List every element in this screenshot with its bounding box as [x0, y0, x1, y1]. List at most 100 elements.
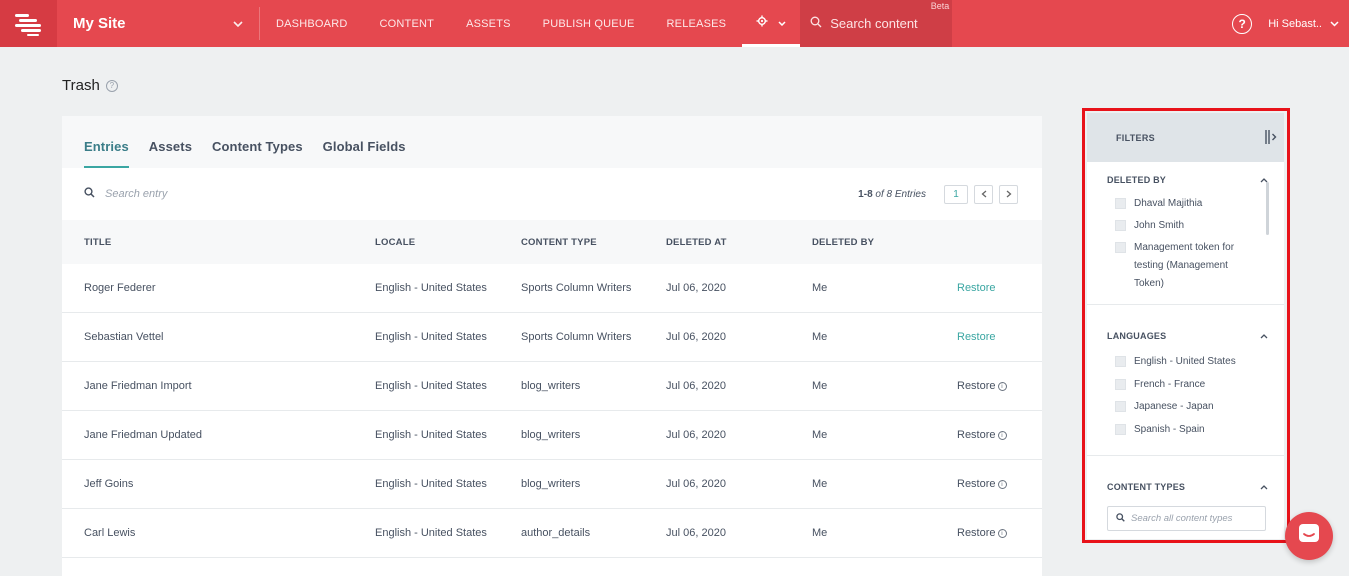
column-content-type[interactable]: CONTENT TYPE [521, 237, 666, 248]
cell-deleted-by: Me [812, 429, 828, 441]
table-row[interactable]: Jane Friedman Import English - United St… [62, 362, 1042, 411]
filter-languages: LANGUAGES English - United States French… [1087, 305, 1284, 455]
cell-deleted-by: Me [812, 282, 828, 294]
info-icon[interactable]: i [997, 479, 1007, 489]
cell-deleted-by: Me [812, 380, 828, 392]
cell-locale: English - United States [375, 331, 487, 343]
page-number[interactable]: 1 [944, 184, 968, 204]
restore-button[interactable]: Restore [957, 527, 996, 539]
cell-content-type: blog_writers [521, 478, 581, 490]
site-name: My Site [73, 15, 126, 32]
table-row[interactable]: Jeff Goins English - United States blog_… [62, 460, 1042, 509]
trash-tabs: Entries Assets Content Types Global Fiel… [62, 116, 1042, 168]
prev-page-button[interactable] [974, 184, 993, 204]
filter-option[interactable]: John Smith [1107, 217, 1268, 235]
checkbox[interactable] [1115, 423, 1126, 435]
tab-global-fields[interactable]: Global Fields [323, 139, 406, 168]
checkbox[interactable] [1115, 378, 1126, 390]
nav-publish-queue[interactable]: PUBLISH QUEUE [527, 0, 651, 47]
cell-locale: English - United States [375, 282, 487, 294]
user-menu[interactable]: Hi Sebast.. [1268, 18, 1339, 30]
content-type-search-placeholder: Search all content types [1131, 513, 1233, 524]
cell-deleted-at: Jul 06, 2020 [666, 527, 726, 539]
filter-option[interactable]: Management token for testing (Management… [1107, 239, 1257, 293]
info-icon[interactable]: i [997, 381, 1007, 391]
filter-section-title[interactable]: DELETED BY [1107, 173, 1268, 187]
nav-dashboard[interactable]: DASHBOARD [260, 0, 363, 47]
filter-section-title[interactable]: CONTENT TYPES [1107, 480, 1268, 494]
filter-option[interactable]: French - France [1107, 376, 1268, 394]
cell-title: Roger Federer [84, 282, 156, 294]
table-row[interactable]: Carl Lewis English - United States autho… [62, 509, 1042, 558]
table-row[interactable]: Roger Federer English - United States Sp… [62, 264, 1042, 313]
beta-badge: Beta [930, 1, 950, 11]
top-navigation-bar: My Site DASHBOARD CONTENT ASSETS PUBLISH… [0, 0, 1349, 47]
cell-content-type: blog_writers [521, 429, 581, 441]
app-logo-icon[interactable] [0, 0, 57, 47]
nav-assets[interactable]: ASSETS [450, 0, 527, 47]
table-row[interactable]: Sebastian Vettel English - United States… [62, 313, 1042, 362]
nav-releases[interactable]: RELEASES [651, 0, 743, 47]
topbar-right: ? Hi Sebast.. [1232, 0, 1349, 47]
help-icon[interactable]: ? [1232, 13, 1253, 34]
page-title-text: Trash [62, 77, 100, 94]
collapse-panel-icon[interactable] [1264, 129, 1278, 148]
restore-button[interactable]: Restore [957, 380, 996, 392]
checkbox[interactable] [1115, 401, 1126, 412]
filter-option[interactable]: Japanese - Japan [1107, 398, 1268, 416]
cell-deleted-by: Me [812, 527, 828, 539]
cell-deleted-by: Me [812, 478, 828, 490]
pagination: 1-8 of 8 Entries 1 [858, 184, 1018, 204]
filter-option[interactable]: Spanish - Spain [1107, 421, 1268, 439]
chat-launcher-button[interactable] [1285, 512, 1333, 560]
cell-locale: English - United States [375, 527, 487, 539]
cell-content-type: blog_writers [521, 380, 581, 392]
help-icon[interactable]: ? [105, 79, 118, 92]
checkbox[interactable] [1115, 220, 1126, 231]
search-icon [1116, 512, 1125, 525]
checkbox[interactable] [1115, 356, 1126, 367]
scrollbar[interactable] [1266, 182, 1269, 235]
filter-content-types: CONTENT TYPES Search all content types [1087, 456, 1284, 531]
global-search-input[interactable]: Search content Beta [800, 0, 953, 47]
chevron-down-icon [778, 15, 786, 29]
filter-option[interactable]: English - United States [1107, 353, 1268, 371]
checkbox[interactable] [1115, 198, 1126, 209]
column-locale[interactable]: LOCALE [375, 237, 521, 248]
tab-entries[interactable]: Entries [84, 139, 129, 168]
filter-section-title[interactable]: LANGUAGES [1107, 329, 1268, 343]
content-type-search-input[interactable]: Search all content types [1107, 506, 1266, 531]
cell-title: Jane Friedman Updated [84, 429, 203, 441]
site-selector[interactable]: My Site [57, 7, 260, 40]
filter-deleted-by: DELETED BY Dhaval Majithia John Smith Ma… [1087, 162, 1284, 304]
column-title[interactable]: TITLE [62, 237, 375, 248]
table-header: TITLE LOCALE CONTENT TYPE DELETED AT DEL… [62, 220, 1042, 264]
restore-button[interactable]: Restore [957, 331, 996, 343]
filters-header: FILTERS [1087, 113, 1284, 162]
restore-button[interactable]: Restore [957, 282, 996, 294]
trash-card: Entries Assets Content Types Global Fiel… [62, 116, 1042, 576]
table-row[interactable]: Jane Friedman Updated English - United S… [62, 411, 1042, 460]
restore-button[interactable]: Restore [957, 478, 996, 490]
filters-title: FILTERS [1116, 132, 1155, 143]
column-deleted-by[interactable]: DELETED BY [812, 237, 957, 248]
checkbox[interactable] [1115, 242, 1126, 253]
cell-deleted-at: Jul 06, 2020 [666, 380, 726, 392]
info-icon[interactable]: i [997, 430, 1007, 440]
column-deleted-at[interactable]: DELETED AT [666, 237, 812, 248]
nav-content[interactable]: CONTENT [363, 0, 450, 47]
next-page-button[interactable] [999, 184, 1018, 204]
restore-button[interactable]: Restore [957, 429, 996, 441]
chevron-right-icon [1006, 190, 1011, 198]
tab-assets[interactable]: Assets [149, 139, 192, 168]
cell-locale: English - United States [375, 429, 487, 441]
info-icon[interactable]: i [997, 528, 1007, 538]
entry-search-placeholder: Search entry [105, 188, 168, 200]
filter-option[interactable]: Dhaval Majithia [1107, 195, 1268, 213]
global-search-placeholder: Search content [830, 16, 918, 31]
tab-content-types[interactable]: Content Types [212, 139, 303, 168]
entry-search-input[interactable]: Search entry [84, 187, 167, 201]
cell-content-type: Sports Column Writers [521, 331, 632, 343]
chevron-down-icon [233, 18, 243, 30]
settings-menu[interactable] [742, 0, 801, 47]
